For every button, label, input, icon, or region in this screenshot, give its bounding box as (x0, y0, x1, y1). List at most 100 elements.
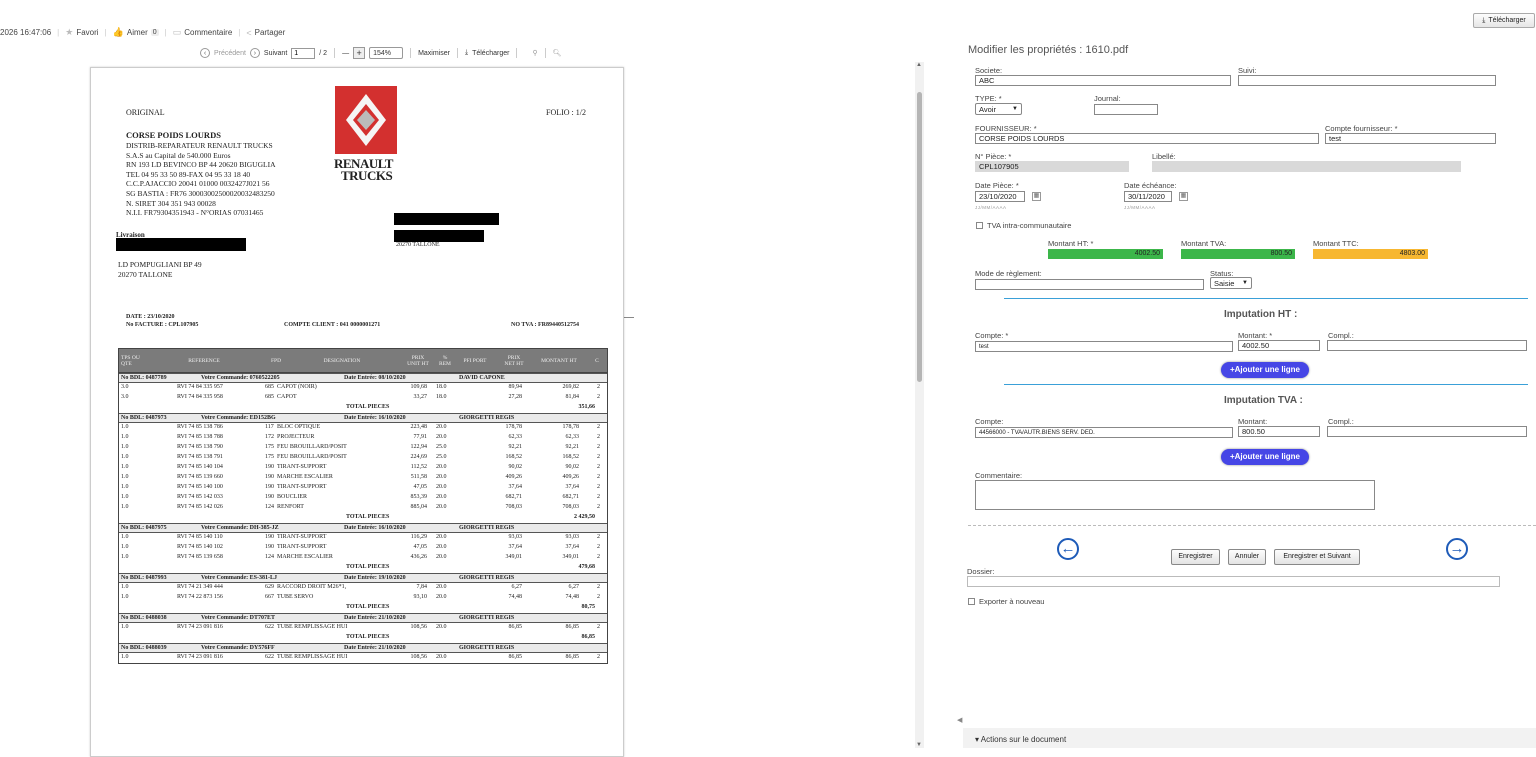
cell-discount: 18.0 (436, 384, 447, 390)
exporter-checkbox[interactable] (968, 598, 975, 605)
save-and-next-button[interactable]: Enregistrer et Suivant (1274, 549, 1360, 565)
zoom-out-button[interactable]: — (342, 50, 349, 57)
cell-reference: RVI 74 85 139 660 (177, 474, 223, 480)
col-header: DESIGNATION (323, 357, 361, 364)
redaction-block (116, 238, 246, 251)
montant-ttc-field[interactable]: 4803.00 (1313, 249, 1428, 259)
cell-unit-price: 511,58 (410, 474, 427, 480)
scroll-left-icon[interactable]: ◀ (957, 716, 962, 724)
journal-input[interactable] (1094, 104, 1158, 115)
cell-amount: 86,85 (565, 624, 580, 630)
aimer-link[interactable]: Aimer (127, 28, 148, 37)
npiece-input[interactable]: CPL107905 (975, 161, 1129, 172)
add-line-tva-button[interactable]: +Ajouter une ligne (1221, 449, 1309, 465)
fournisseur-input[interactable]: CORSE POIDS LOURDS (975, 133, 1319, 144)
add-line-ht-button[interactable]: +Ajouter une ligne (1221, 362, 1309, 378)
chevron-down-icon: ▼ (1242, 280, 1248, 286)
download-button-top[interactable]: ⤓ Télécharger (1473, 13, 1535, 28)
cell-discount: 20.0 (436, 554, 447, 560)
next-button[interactable]: Suivant (264, 50, 287, 57)
cell-code: 2 (597, 474, 600, 480)
mode-reglement-input[interactable] (975, 279, 1204, 290)
requester-name: GIORGETTI REGIS (459, 645, 515, 651)
favori-link[interactable]: Favori (76, 28, 98, 37)
compl-ht-input[interactable] (1327, 340, 1527, 351)
scroll-up-icon[interactable]: ▲ (916, 62, 922, 68)
societe-input[interactable]: ABC (975, 75, 1231, 86)
actions-panel[interactable]: ▾ Actions sur le document (963, 728, 1536, 748)
dossier-input[interactable] (967, 576, 1500, 587)
search-icon[interactable]: 🔍︎ (553, 49, 562, 57)
tva-intra-checkbox[interactable] (976, 222, 983, 229)
suivi-input[interactable] (1238, 75, 1496, 86)
cell-qty: 1.0 (121, 554, 129, 560)
comment-icon: ▭ (172, 27, 182, 37)
actions-toggle[interactable]: ▾ Actions sur le document (975, 735, 1066, 744)
total-pieces-row: TOTAL PIECES 351,66 (119, 403, 607, 413)
cell-code: 2 (597, 624, 600, 630)
maximize-button[interactable]: Maximiser (418, 50, 450, 57)
libelle-input[interactable] (1152, 161, 1461, 172)
montant-tva-field[interactable]: 800.50 (1181, 249, 1295, 259)
cell-unit-price: 7,84 (416, 584, 428, 590)
date-echeance-input[interactable]: 30/11/2020 (1124, 191, 1172, 202)
table-row: 1.0 RVI 74 85 140 100 190 TIRANT-SUPPORT 47,… (119, 483, 607, 493)
compte-ht-input[interactable]: test (975, 341, 1233, 352)
calendar-icon[interactable]: ▦ (1179, 192, 1188, 201)
cell-discount: 20.0 (436, 424, 447, 430)
partager-link[interactable]: Partager (255, 28, 286, 37)
previous-icon[interactable]: ‹ (200, 48, 210, 58)
download-button[interactable]: Télécharger (472, 50, 509, 57)
commentaire-link[interactable]: Commentaire (184, 28, 232, 37)
renault-logo (335, 86, 397, 154)
viewer-scrollbar[interactable]: ▲ ▼ (915, 62, 924, 748)
cancel-button[interactable]: Annuler (1228, 549, 1266, 565)
cell-qty: 1.0 (121, 534, 129, 540)
montant-ht2-input[interactable]: 4002.50 (1238, 340, 1320, 351)
scrollbar-thumb[interactable] (917, 92, 922, 382)
cell-fpd: 190 (265, 534, 274, 540)
order-number: Votre Commande: ED152BG (201, 415, 276, 421)
compte-tva-input[interactable]: 44566000 - TVA/AUTR.BIENS SERV. DED. (975, 427, 1233, 438)
previous-button[interactable]: Précédent (214, 50, 246, 57)
compte-fournisseur-input[interactable]: test (1325, 133, 1496, 144)
cell-amount: 708,03 (562, 504, 580, 510)
cell-net-price: 168,52 (505, 454, 523, 460)
cell-discount: 20.0 (436, 494, 447, 500)
status-select[interactable]: Saisie ▼ (1210, 277, 1252, 289)
scroll-down-icon[interactable]: ▼ (916, 742, 922, 748)
montant-tva2-input[interactable]: 800.50 (1238, 426, 1320, 437)
type-select[interactable]: Avoir ▼ (975, 103, 1022, 115)
zoom-select[interactable]: 154% (369, 47, 404, 59)
cell-code: 2 (597, 424, 600, 430)
col-header: PRIX UNIT HT (407, 354, 429, 367)
pdf-toolbar: ‹ Précédent › Suivant / 2 — + 154% Maxim… (200, 44, 561, 62)
cell-reference: RVI 74 85 138 791 (177, 454, 223, 460)
save-button[interactable]: Enregistrer (1171, 549, 1220, 565)
cell-fpd: 190 (265, 474, 274, 480)
top-bar: 2026 16:47:06 | ★ Favori | 👍 Aimer 0 | ▭… (0, 0, 1536, 40)
arrow-left-icon[interactable]: ← (1057, 538, 1079, 560)
company-name: CORSE POIDS LOURDS (126, 130, 221, 140)
redaction-block (394, 230, 484, 242)
bdl-number: No BDL: 0487975 (121, 525, 167, 531)
compl-tva-input[interactable] (1327, 426, 1527, 437)
calendar-icon[interactable]: ▦ (1032, 192, 1041, 201)
commentaire-textarea[interactable] (975, 480, 1375, 510)
cell-amount: 168,52 (562, 454, 580, 460)
attachment-icon[interactable]: ⚲ (532, 49, 537, 57)
zoom-in-button[interactable]: + (353, 47, 366, 59)
page-number-input[interactable] (291, 47, 316, 59)
cell-designation: TUBE REMPLISSAGE HUI (277, 654, 348, 660)
cell-designation: TIRANT-SUPPORT (277, 534, 327, 540)
total-amount: 80,75 (581, 604, 596, 610)
cell-discount: 25.0 (436, 454, 447, 460)
cell-reference: RVI 74 23 091 816 (177, 624, 223, 630)
total-amount: 479,68 (578, 564, 596, 570)
next-icon[interactable]: › (249, 48, 260, 58)
arrow-right-icon[interactable]: → (1446, 538, 1468, 560)
montant-ht-field[interactable]: 4002.50 (1048, 249, 1163, 259)
cell-net-price: 90,02 (508, 464, 523, 470)
date-piece-input[interactable]: 23/10/2020 (975, 191, 1025, 202)
cell-qty: 1.0 (121, 654, 129, 660)
